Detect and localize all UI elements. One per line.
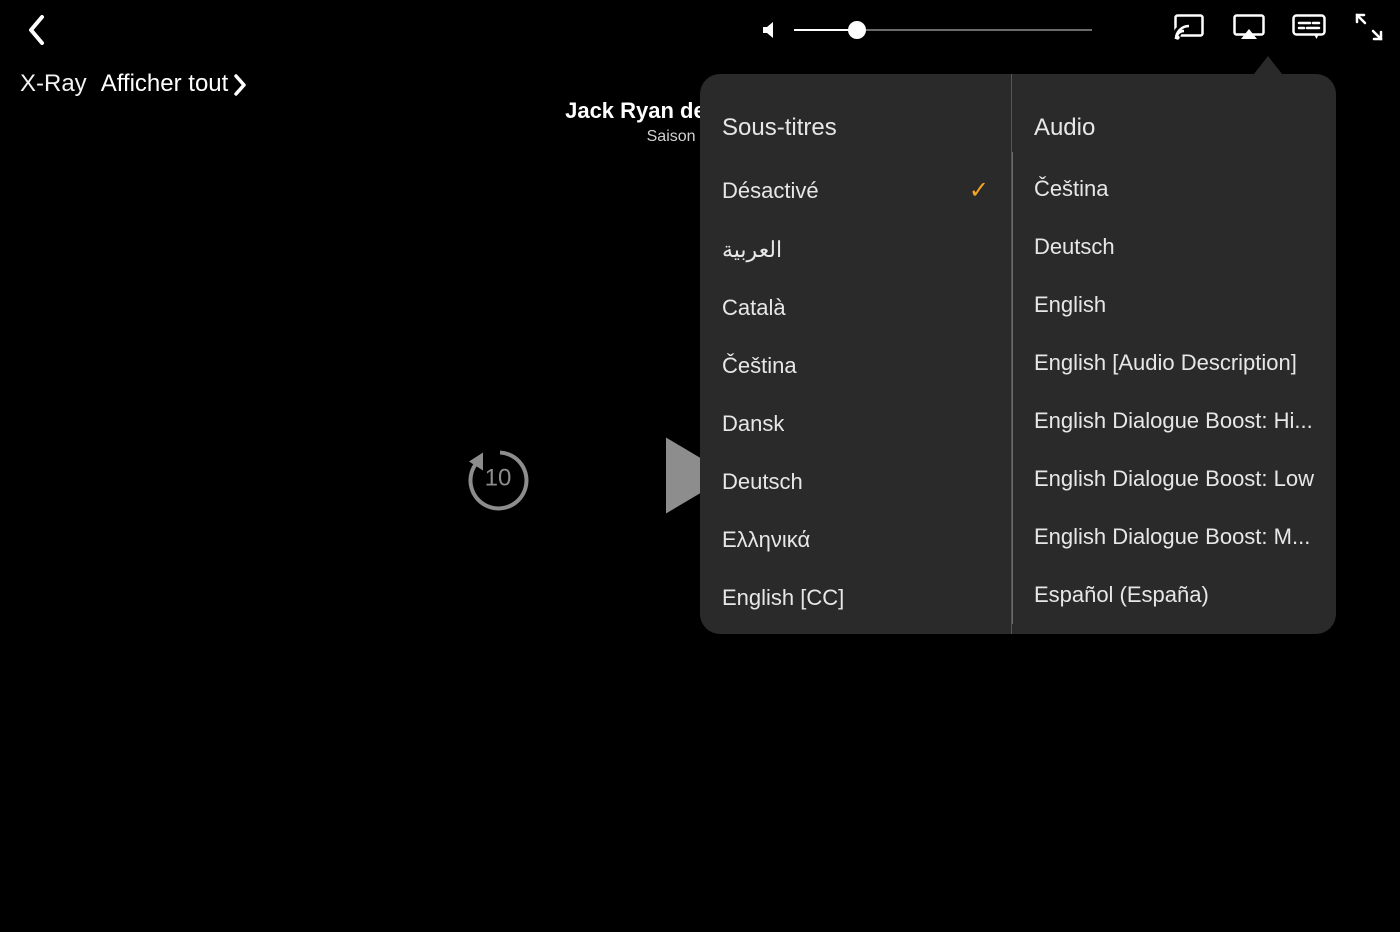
audio-option[interactable]: English bbox=[1012, 276, 1336, 334]
rewind-seconds-label: 10 bbox=[460, 440, 536, 516]
subtitle-option[interactable]: العربية bbox=[700, 221, 1011, 279]
subtitles-button[interactable] bbox=[1292, 10, 1326, 44]
check-icon: ✓ bbox=[969, 176, 989, 205]
audio-option[interactable]: English Dialogue Boost: Hi... bbox=[1012, 392, 1336, 450]
video-player: X-Ray Afficher tout Jack Ryan de Tom Cla… bbox=[0, 0, 1400, 932]
show-all-label: Afficher tout bbox=[101, 70, 229, 98]
audio-option-label: English Dialogue Boost: M... bbox=[1034, 524, 1310, 550]
audio-option[interactable]: Deutsch bbox=[1012, 218, 1336, 276]
subtitles-header: Sous-titres bbox=[700, 98, 1011, 160]
audio-option-label: English bbox=[1034, 292, 1106, 318]
subtitles-column: Sous-titres Désactivé ✓ العربية Català Češti… bbox=[700, 74, 1011, 634]
subtitle-option[interactable]: English [CC] bbox=[700, 569, 1011, 627]
top-bar bbox=[0, 0, 1400, 60]
subtitle-option[interactable]: Dansk bbox=[700, 395, 1011, 453]
audio-option-label: English Dialogue Boost: Hi... bbox=[1034, 408, 1313, 434]
audio-option-label: English [Audio Description] bbox=[1034, 350, 1297, 376]
subtitle-option[interactable]: Català bbox=[700, 279, 1011, 337]
airplay-button[interactable] bbox=[1232, 10, 1266, 44]
volume-slider[interactable] bbox=[794, 18, 1092, 42]
audio-option[interactable]: Español (España) bbox=[1012, 566, 1336, 624]
subtitle-option[interactable]: Deutsch bbox=[700, 453, 1011, 511]
subtitle-option[interactable]: Ελληνικά bbox=[700, 511, 1011, 569]
audio-option[interactable]: English Dialogue Boost: Low bbox=[1012, 450, 1336, 508]
subtitle-option-label: Dansk bbox=[722, 411, 784, 437]
cast-icon bbox=[1174, 14, 1204, 40]
airplay-icon bbox=[1233, 14, 1265, 40]
audio-options-list: Čeština Deutsch English English [Audio Desc… bbox=[1012, 160, 1336, 624]
audio-option-label: Deutsch bbox=[1034, 234, 1115, 260]
subtitle-option-label: Ελληνικά bbox=[722, 527, 810, 553]
subtitle-option-label: Désactivé bbox=[722, 178, 819, 204]
cast-button[interactable] bbox=[1172, 10, 1206, 44]
subtitle-option-label: Català bbox=[722, 295, 786, 321]
volume-thumb[interactable] bbox=[848, 21, 866, 39]
subtitle-option-label: English [CC] bbox=[722, 585, 844, 611]
subtitles-audio-menu: Sous-titres Désactivé ✓ العربية Català Češti… bbox=[700, 74, 1336, 634]
subtitle-option[interactable]: Désactivé ✓ bbox=[700, 160, 1011, 221]
audio-option-label: Español (España) bbox=[1034, 582, 1209, 608]
subtitle-option-label: Deutsch bbox=[722, 469, 803, 495]
xray-row: X-Ray Afficher tout bbox=[20, 70, 247, 98]
subtitle-option-label: العربية bbox=[722, 237, 782, 263]
audio-option[interactable]: English [Audio Description] bbox=[1012, 334, 1336, 392]
subtitles-icon bbox=[1292, 14, 1326, 40]
top-right-icons bbox=[1172, 10, 1386, 44]
xray-label: X-Ray bbox=[20, 70, 87, 98]
subtitle-options-list: Désactivé ✓ العربية Català Čeština Dansk Deuts… bbox=[700, 160, 1011, 627]
audio-option[interactable]: Čeština bbox=[1012, 160, 1336, 218]
rewind-10-button[interactable]: 10 bbox=[460, 440, 536, 516]
chevron-left-icon bbox=[26, 14, 46, 46]
audio-header: Audio bbox=[1012, 98, 1336, 160]
fullscreen-button[interactable] bbox=[1352, 10, 1386, 44]
audio-option-label: English Dialogue Boost: Low bbox=[1034, 466, 1314, 492]
xray-show-all-button[interactable]: Afficher tout bbox=[101, 70, 248, 98]
subtitle-option-label: Čeština bbox=[722, 353, 797, 379]
chevron-right-icon bbox=[234, 74, 247, 96]
audio-option-label: Čeština bbox=[1034, 176, 1109, 202]
menu-caret bbox=[1254, 56, 1282, 74]
volume-control bbox=[760, 18, 1092, 42]
fullscreen-icon bbox=[1355, 13, 1383, 41]
subtitle-option[interactable]: Čeština bbox=[700, 337, 1011, 395]
audio-column: Audio Čeština Deutsch English English [Audi… bbox=[1011, 74, 1336, 634]
audio-option[interactable]: English Dialogue Boost: M... bbox=[1012, 508, 1336, 566]
volume-icon[interactable] bbox=[760, 18, 784, 42]
back-button[interactable] bbox=[8, 2, 64, 58]
